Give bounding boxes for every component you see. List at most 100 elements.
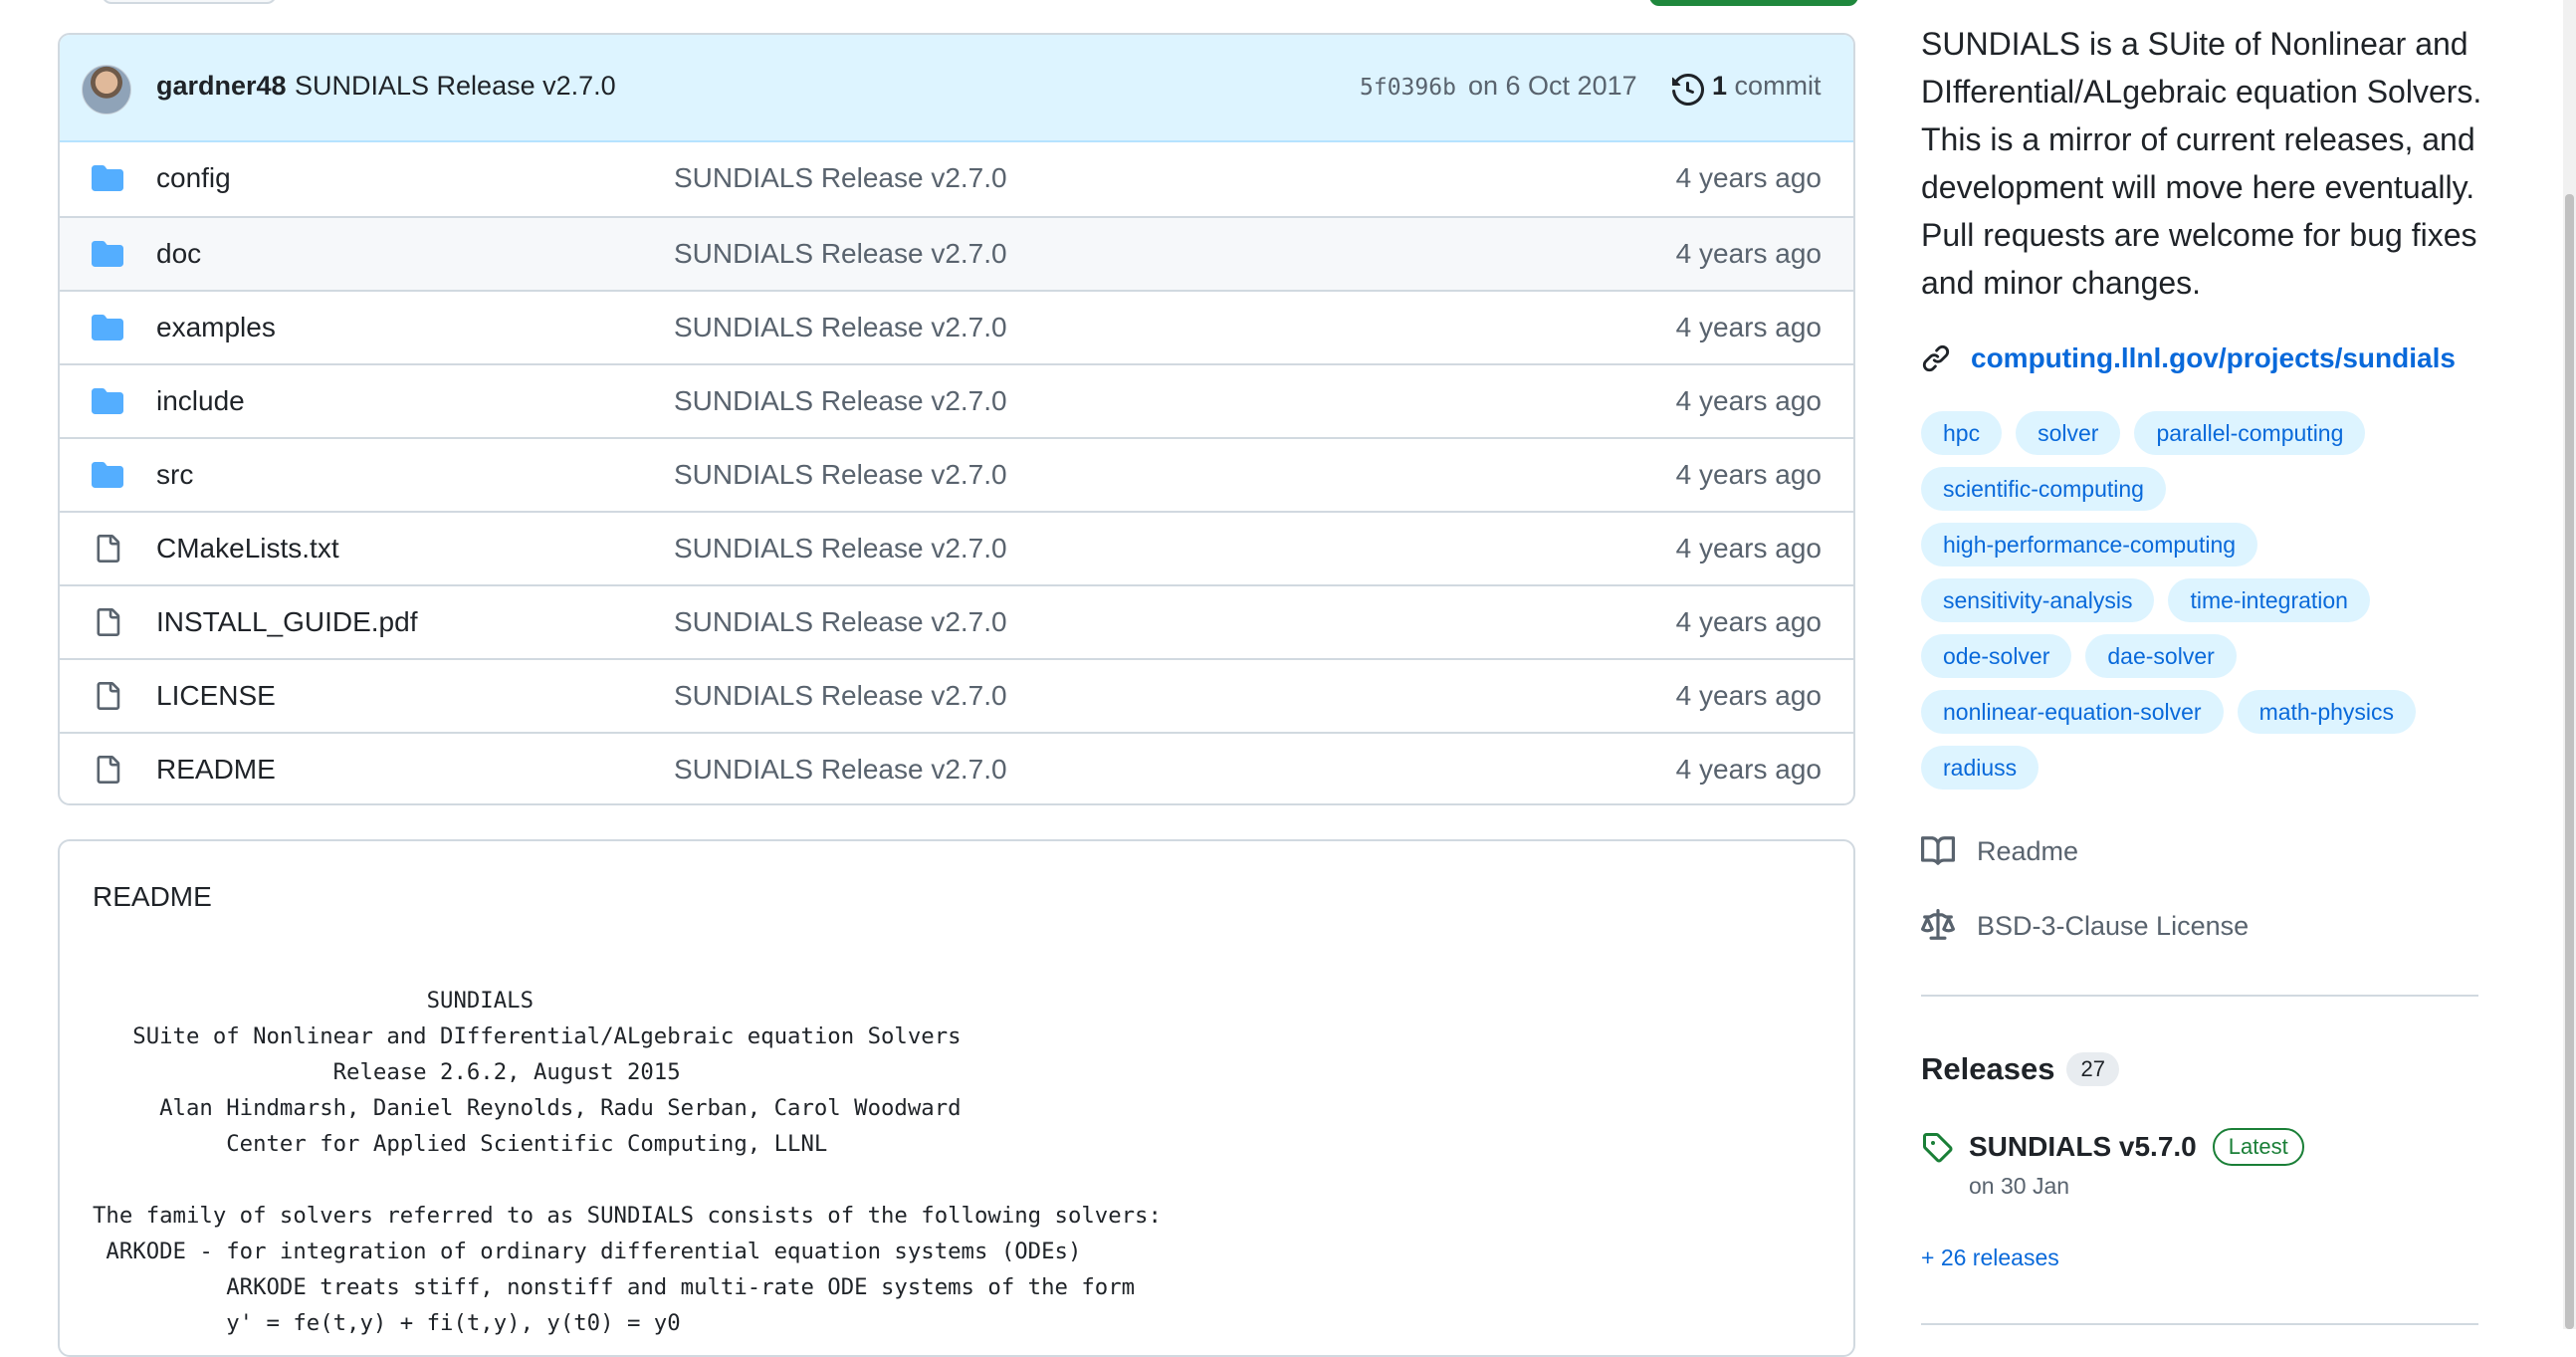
file-commit-link[interactable]: SUNDIALS Release v2.7.0 [674,162,1007,194]
file-age: 4 years ago [1675,754,1822,785]
readme-line: ARKODE - for integration of ordinary dif… [93,1239,1082,1264]
folder-icon [92,165,123,191]
topic-tag[interactable]: sensitivity-analysis [1921,578,2155,622]
file-commit-link[interactable]: SUNDIALS Release v2.7.0 [674,680,1007,712]
file-browser: gardner48 SUNDIALS Release v2.7.0 5f0396… [58,33,1855,805]
file-row[interactable]: INSTALL_GUIDE.pdf SUNDIALS Release v2.7.0… [60,584,1853,658]
file-age: 4 years ago [1675,312,1822,342]
topic-tag[interactable]: dae-solver [2085,634,2237,678]
file-age: 4 years ago [1675,162,1822,193]
releases-title[interactable]: Releases [1921,1051,2054,1087]
folder-icon [92,315,123,340]
more-releases-link[interactable]: + 26 releases [1921,1244,2059,1271]
readme-heading: README [93,881,212,912]
avatar[interactable] [82,65,131,114]
folder-icon [92,388,123,414]
file-name-link[interactable]: examples [156,312,276,343]
readme-line: Alan Hindmarsh, Daniel Reynolds, Radu Se… [93,1095,962,1121]
commit-sha-link[interactable]: 5f0396b [1360,75,1456,101]
file-commit-link[interactable]: SUNDIALS Release v2.7.0 [674,459,1007,491]
readme-panel: README SUNDIALS SUite of Nonlinear and D… [58,839,1855,1357]
topic-tag[interactable]: radiuss [1921,746,2039,790]
topic-tag[interactable]: nonlinear-equation-solver [1921,690,2224,734]
file-row[interactable]: README SUNDIALS Release v2.7.0 4 years ago [60,732,1853,803]
readme-link-label[interactable]: Readme [1977,836,2078,867]
topic-tag[interactable]: hpc [1921,411,2003,455]
readme-link[interactable]: Readme [1921,834,2078,868]
file-name-link[interactable]: include [156,385,245,417]
file-commit-link[interactable]: SUNDIALS Release v2.7.0 [674,238,1007,270]
readme-content: SUNDIALS SUite of Nonlinear and DIfferen… [93,983,1162,1341]
folder-icon [92,241,123,267]
readme-line [93,1162,1162,1198]
file-name-link[interactable]: README [156,754,276,786]
readme-line: Release 2.6.2, August 2015 [93,1059,681,1085]
readme-line: Center for Applied Scientific Computing,… [93,1131,828,1157]
license-link-label[interactable]: BSD-3-Clause License [1977,911,2249,942]
file-age: 4 years ago [1675,459,1822,490]
code-button[interactable] [1649,0,1858,6]
file-name-link[interactable]: CMakeLists.txt [156,533,339,565]
sidebar-divider-bottom [1921,1323,2478,1325]
readme-line: ARKODE treats stiff, nonstiff and multi-… [93,1274,1136,1300]
file-icon [97,535,120,563]
releases-heading[interactable]: Releases 27 [1921,1051,2119,1087]
license-link[interactable]: BSD-3-Clause License [1921,909,2249,943]
latest-badge: Latest [2212,1128,2304,1166]
about-description: SUNDIALS is a SUite of Nonlinear and DIf… [1921,26,2482,301]
commit-count-link[interactable]: 1 commit [1712,71,1822,102]
latest-release-name[interactable]: SUNDIALS v5.7.0 [1969,1131,2197,1163]
file-commit-link[interactable]: SUNDIALS Release v2.7.0 [674,754,1007,786]
topic-tag[interactable]: solver [2016,411,2121,455]
latest-release[interactable]: SUNDIALS v5.7.0 Latest [1921,1128,2304,1166]
readme-line: The family of solvers referred to as SUN… [93,1203,1162,1229]
topic-tag[interactable]: math-physics [2237,690,2417,734]
file-name-link[interactable]: INSTALL_GUIDE.pdf [156,606,417,638]
file-commit-link[interactable]: SUNDIALS Release v2.7.0 [674,533,1007,565]
file-commit-link[interactable]: SUNDIALS Release v2.7.0 [674,312,1007,343]
file-name-link[interactable]: LICENSE [156,680,276,712]
readme-line: SUNDIALS [93,988,534,1014]
file-row[interactable]: doc SUNDIALS Release v2.7.0 4 years ago [60,216,1853,290]
file-row[interactable]: examples SUNDIALS Release v2.7.0 4 years a… [60,290,1853,363]
readme-line: y' = fe(t,y) + fi(t,y), y(t0) = y0 [93,1310,681,1336]
topic-tag[interactable]: time-integration [2168,578,2370,622]
topic-tag[interactable]: scientific-computing [1921,467,2166,511]
file-row[interactable]: config SUNDIALS Release v2.7.0 4 years ago [60,142,1853,216]
topics-list: hpc solver parallel-computing scientific-co… [1921,411,2498,790]
file-age: 4 years ago [1675,606,1822,637]
page-scrollbar-thumb[interactable] [2565,194,2574,1329]
releases-count-badge: 27 [2066,1052,2119,1086]
readme-line: SUite of Nonlinear and DIfferential/ALge… [93,1023,962,1049]
file-age: 4 years ago [1675,385,1822,416]
topic-tag[interactable]: parallel-computing [2134,411,2366,455]
file-name-link[interactable]: doc [156,238,201,270]
file-icon [97,682,120,710]
topic-tag[interactable]: high-performance-computing [1921,523,2258,566]
history-icon[interactable] [1672,74,1704,106]
tag-icon [1923,1133,1953,1163]
commit-date: on 6 Oct 2017 [1468,71,1637,101]
file-row[interactable]: LICENSE SUNDIALS Release v2.7.0 4 years ag… [60,658,1853,732]
file-row[interactable]: include SUNDIALS Release v2.7.0 4 years ag… [60,363,1853,437]
homepage-link[interactable]: computing.llnl.gov/projects/sundials [1921,339,2456,378]
file-row[interactable]: src SUNDIALS Release v2.7.0 4 years ago [60,437,1853,511]
file-age: 4 years ago [1675,238,1822,269]
book-icon [1921,836,1955,865]
file-name-link[interactable]: src [156,459,193,491]
latest-commit-bar: gardner48 SUNDIALS Release v2.7.0 5f0396… [60,35,1853,142]
link-icon [1922,344,1950,372]
file-row[interactable]: CMakeLists.txt SUNDIALS Release v2.7.0 4 y… [60,511,1853,584]
commit-message-link[interactable]: SUNDIALS Release v2.7.0 [295,71,616,102]
topic-tag[interactable]: ode-solver [1921,634,2072,678]
law-scale-icon [1921,909,1955,940]
sidebar-divider [1921,995,2478,997]
file-commit-link[interactable]: SUNDIALS Release v2.7.0 [674,606,1007,638]
homepage-link-text[interactable]: computing.llnl.gov/projects/sundials [1971,342,2456,374]
file-icon [97,756,120,784]
branch-selector-button[interactable] [102,0,277,4]
file-icon [97,608,120,636]
commit-author-link[interactable]: gardner48 [156,71,287,102]
file-commit-link[interactable]: SUNDIALS Release v2.7.0 [674,385,1007,417]
file-name-link[interactable]: config [156,162,231,194]
